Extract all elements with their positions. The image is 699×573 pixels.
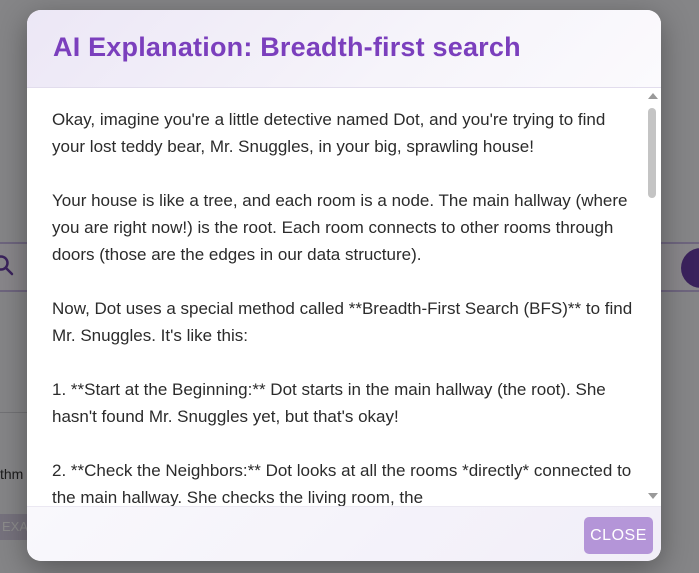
modal-body[interactable]: Okay, imagine you're a little detective … [27,88,661,506]
vertical-scrollbar[interactable] [645,88,661,506]
explanation-modal: AI Explanation: Breadth-first search Oka… [27,10,661,561]
scroll-down-arrow-icon[interactable] [648,493,658,499]
modal-title: AI Explanation: Breadth-first search [53,32,521,62]
close-button[interactable]: CLOSE [584,517,653,554]
paragraph: Now, Dot uses a special method called **… [52,299,633,345]
paragraph: 2. **Check the Neighbors:** Dot looks at… [52,461,632,506]
modal-footer: CLOSE [27,506,661,561]
explanation-text: Okay, imagine you're a little detective … [52,106,637,506]
paragraph: Your house is like a tree, and each room… [52,191,628,264]
paragraph: 1. **Start at the Beginning:** Dot start… [52,380,606,426]
paragraph: Okay, imagine you're a little detective … [52,110,606,156]
scroll-up-arrow-icon[interactable] [648,93,658,99]
modal-header: AI Explanation: Breadth-first search [27,10,661,88]
scroll-thumb[interactable] [648,108,656,198]
